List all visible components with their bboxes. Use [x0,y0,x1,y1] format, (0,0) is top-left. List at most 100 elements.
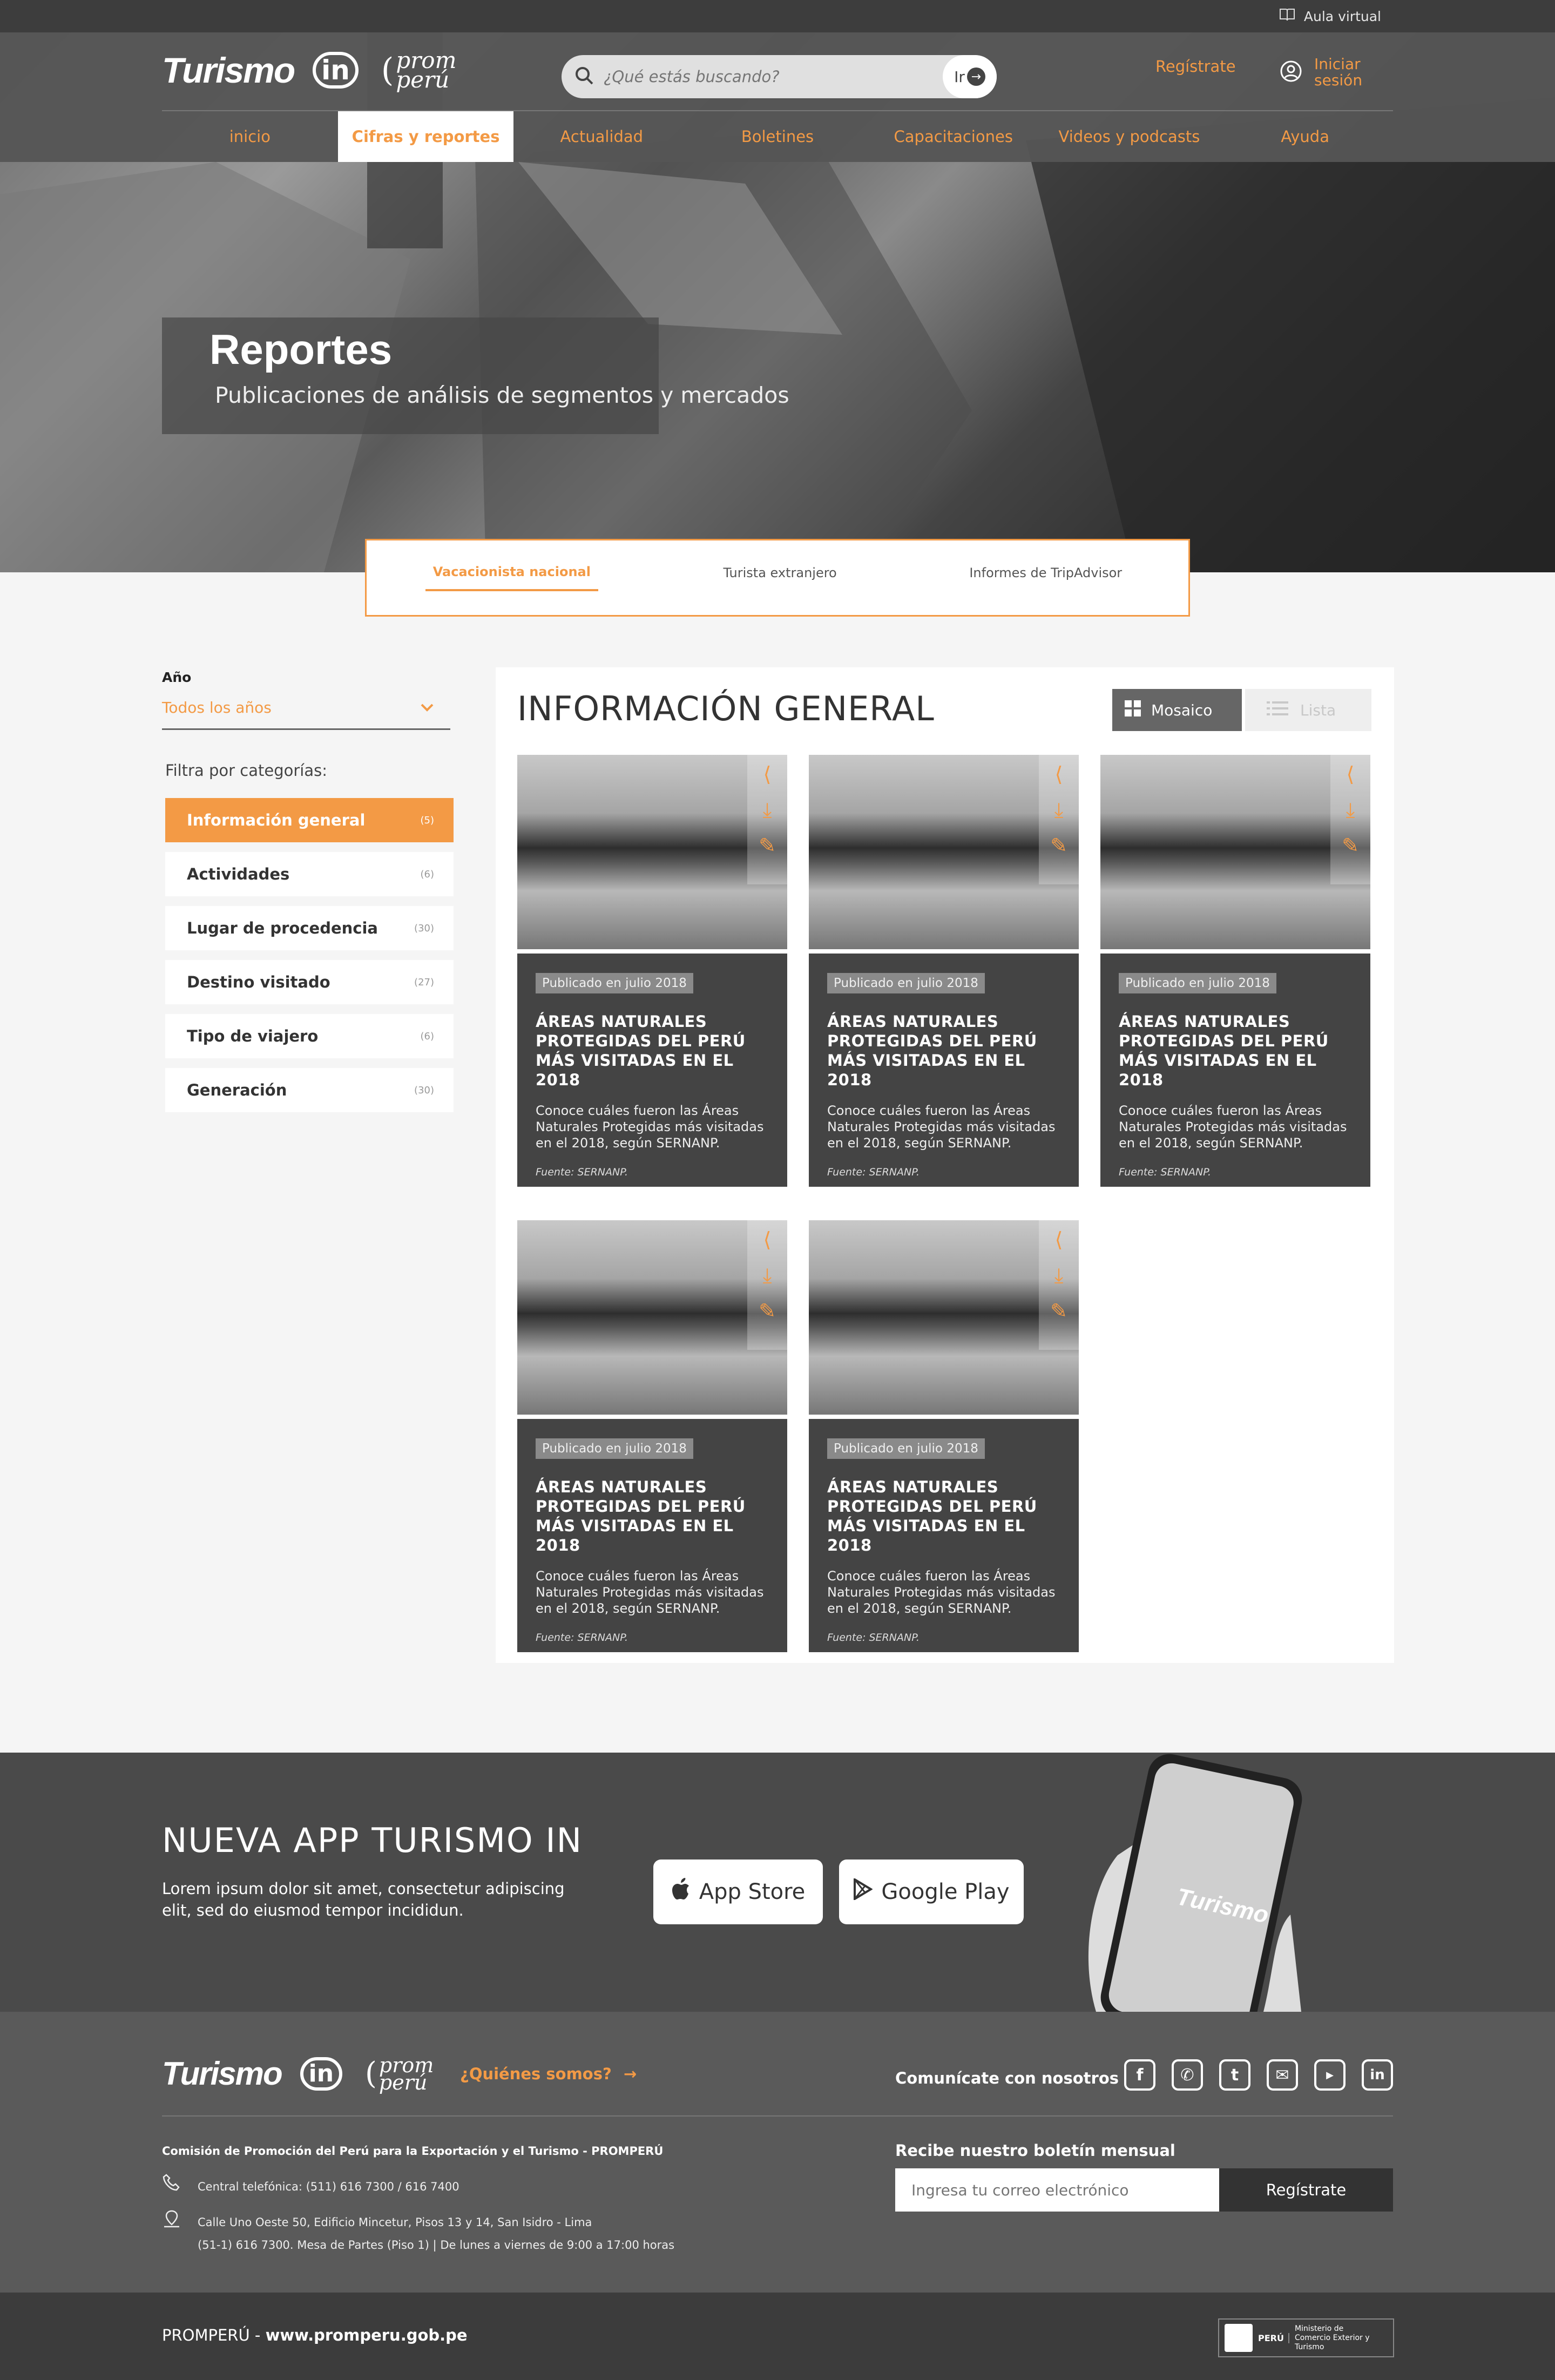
nav-item-videos-y-podcasts[interactable]: Videos y podcasts [1042,111,1218,162]
search-input[interactable] [604,67,928,86]
year-filter-label: Año [162,670,192,685]
card-title: ÁREAS NATURALES PROTEGIDAS DEL PERÚ MÁS … [827,1478,1037,1554]
login-label-line2: sesión [1314,71,1363,89]
share-icon[interactable]: ⟨ [763,760,772,788]
phone-mockup: Turismo [1088,1754,1302,2012]
category-label: Generación [187,1081,287,1099]
card-actions: ⟨ ⤓ ✎ [1039,755,1079,884]
search-button-label: Ir [954,67,965,86]
share-icon[interactable]: ⟨ [1055,760,1063,788]
pin-icon[interactable]: ✎ [1050,831,1067,860]
footer-logo[interactable]: Turismo in ( prom perú [162,2055,434,2093]
app-store-button[interactable]: App Store [653,1860,823,1924]
search-submit-button[interactable]: Ir → [943,55,997,98]
newsletter-register-button[interactable]: Regístrate [1219,2168,1393,2212]
mail-icon[interactable]: ✉ [1267,2059,1298,2091]
nav-item-actualidad[interactable]: Actualidad [513,111,689,162]
about-us-link[interactable]: ¿Quiénes somos? → [460,2065,637,2083]
card-body: Publicado en julio 2018 ÁREAS NATURALES … [809,1419,1079,1652]
aula-virtual-link[interactable]: Aula virtual [1279,5,1381,27]
pin-icon[interactable]: ✎ [1050,1297,1067,1325]
chevron-down-icon [420,703,434,728]
download-icon[interactable]: ⤓ [763,1261,772,1289]
card-image: ⟨ ⤓ ✎ [809,755,1079,949]
category-label: Lugar de procedencia [187,919,378,937]
category-lugar-de-procedencia[interactable]: Lugar de procedencia (30) [165,906,454,950]
search-icon [574,66,594,87]
report-card[interactable]: ⟨ ⤓ ✎ Publicado en julio 2018 ÁREAS NATU… [517,1220,787,1652]
twitter-icon[interactable]: t [1219,2059,1250,2091]
nav-item-ayuda[interactable]: Ayuda [1217,111,1393,162]
card-source: Fuente: SERNANP. [1119,1166,1212,1178]
report-card[interactable]: ⟨ ⤓ ✎ Publicado en julio 2018 ÁREAS NATU… [809,1220,1079,1652]
publication-badge: Publicado en julio 2018 [827,973,985,993]
nav-item-cifras-y-reportes[interactable]: Cifras y reportes [337,111,514,162]
download-icon[interactable]: ⤓ [763,796,772,824]
card-title: ÁREAS NATURALES PROTEGIDAS DEL PERÚ MÁS … [1119,1012,1329,1089]
newsletter-email-input[interactable] [895,2168,1219,2212]
view-list-label: Lista [1300,701,1336,719]
category-generacion[interactable]: Generación (30) [165,1068,454,1112]
category-tipo-de-viajero[interactable]: Tipo de viajero (6) [165,1014,454,1058]
google-play-button[interactable]: Google Play [839,1860,1024,1924]
card-title: ÁREAS NATURALES PROTEGIDAS DEL PERÚ MÁS … [827,1012,1037,1089]
year-select-value: Todos los años [162,699,272,716]
list-icon [1267,700,1288,720]
card-actions: ⟨ ⤓ ✎ [1039,1220,1079,1350]
card-source: Fuente: SERNANP. [536,1632,628,1644]
category-count: (30) [414,922,434,934]
category-actividades[interactable]: Actividades (6) [165,852,454,896]
pin-icon[interactable]: ✎ [759,831,776,860]
address-line-2: (51-1) 616 7300. Mesa de Partes (Piso 1)… [198,2239,675,2251]
turismo-in-logo[interactable]: Turismo in ( prom perú [162,49,456,91]
register-link[interactable]: Regístrate [1155,57,1236,76]
youtube-icon[interactable]: ▶ [1314,2059,1346,2091]
card-image: ⟨ ⤓ ✎ [809,1220,1079,1415]
card-description: Conoce cuáles fueron las Áreas Naturales… [536,1103,764,1151]
website-link[interactable]: www.promperu.gob.pe [266,2326,468,2344]
nav-item-capacitaciones[interactable]: Capacitaciones [866,111,1042,162]
download-icon[interactable]: ⤓ [1054,796,1064,824]
card-description: Conoce cuáles fueron las Áreas Naturales… [536,1568,764,1616]
view-mosaic-button[interactable]: Mosaico [1112,689,1242,731]
login-link[interactable]: Iniciar sesión [1280,56,1362,89]
download-icon[interactable]: ⤓ [1054,1261,1064,1289]
logo-turismo-text: Turismo [162,2056,283,2092]
contact-label: Comunícate con nosotros [895,2069,1119,2087]
report-card[interactable]: ⟨ ⤓ ✎ Publicado en julio 2018 ÁREAS NATU… [1100,755,1370,1187]
footer-divider [162,2115,1393,2117]
tab-turista-extranjero[interactable]: Turista extranjero [716,565,844,590]
report-card[interactable]: ⟨ ⤓ ✎ Publicado en julio 2018 ÁREAS NATU… [517,755,787,1187]
google-play-label: Google Play [881,1879,1010,1904]
facebook-icon[interactable]: f [1124,2059,1155,2091]
main-nav: inicio Cifras y reportes Actualidad Bole… [162,110,1393,162]
nav-item-boletines[interactable]: Boletines [689,111,866,162]
card-image: ⟨ ⤓ ✎ [517,755,787,949]
card-description: Conoce cuáles fueron las Áreas Naturales… [827,1568,1056,1616]
report-card[interactable]: ⟨ ⤓ ✎ Publicado en julio 2018 ÁREAS NATU… [809,755,1079,1187]
share-icon[interactable]: ⟨ [1347,760,1355,788]
card-image: ⟨ ⤓ ✎ [517,1220,787,1415]
user-icon [1280,60,1302,85]
linkedin-icon[interactable]: in [1362,2059,1393,2091]
login-label-line1: Iniciar [1314,55,1361,73]
category-count: (6) [420,1030,435,1042]
category-count: (5) [420,814,435,826]
whatsapp-icon[interactable]: ✆ [1172,2059,1203,2091]
download-icon[interactable]: ⤓ [1346,796,1355,824]
pin-icon[interactable]: ✎ [1342,831,1359,860]
category-informacion-general[interactable]: Información general (5) [165,798,454,842]
tab-vacacionista-nacional[interactable]: Vacacionista nacional [425,564,598,591]
share-icon[interactable]: ⟨ [763,1226,772,1254]
logo-in-text: in [300,2057,343,2091]
nav-item-inicio[interactable]: inicio [162,111,338,162]
tab-informes-tripadvisor[interactable]: Informes de TripAdvisor [962,565,1130,590]
card-body: Publicado en julio 2018 ÁREAS NATURALES … [517,1419,787,1652]
pin-icon[interactable]: ✎ [759,1297,776,1325]
view-list-button[interactable]: Lista [1245,689,1371,731]
year-select[interactable]: Todos los años [162,694,450,730]
ministerio-name: Ministerio de Comercio Exterior y Turism… [1294,2324,1370,2351]
category-destino-visitado[interactable]: Destino visitado (27) [165,960,454,1004]
share-icon[interactable]: ⟨ [1055,1226,1063,1254]
card-actions: ⟨ ⤓ ✎ [747,1220,787,1350]
